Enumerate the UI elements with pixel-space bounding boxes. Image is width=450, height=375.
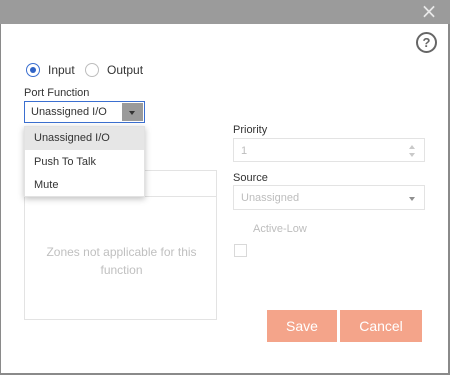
dropdown-option-mute[interactable]: Mute: [25, 174, 144, 197]
chevron-down-icon: [409, 197, 415, 201]
chevron-down-icon[interactable]: [122, 103, 143, 121]
output-radio[interactable]: [85, 63, 99, 77]
active-low-checkbox[interactable]: [234, 244, 247, 257]
priority-stepper[interactable]: 1: [233, 138, 425, 162]
port-function-value: Unassigned I/O: [31, 106, 107, 118]
save-button[interactable]: Save: [267, 310, 337, 342]
close-icon[interactable]: ×: [420, 1, 438, 21]
active-low-label: Active-Low: [253, 223, 307, 235]
port-settings-dialog: ? Input Output Port Function Zones not a…: [1, 24, 448, 373]
window-titlebar: ×: [0, 0, 450, 24]
cancel-button[interactable]: Cancel: [340, 310, 422, 342]
dropdown-option-push-to-talk[interactable]: Push To Talk: [25, 151, 144, 174]
dropdown-option-unassigned-io[interactable]: Unassigned I/O: [25, 127, 144, 150]
zones-message: Zones not applicable for this function: [46, 245, 197, 277]
source-select[interactable]: Unassigned: [233, 185, 425, 210]
port-function-select[interactable]: Unassigned I/O: [24, 101, 145, 123]
increment-icon[interactable]: [409, 145, 415, 149]
port-function-label: Port Function: [24, 87, 90, 99]
help-icon[interactable]: ?: [416, 32, 437, 53]
output-radio-label: Output: [107, 63, 144, 77]
source-label: Source: [233, 172, 268, 184]
input-radio-option[interactable]: Input: [26, 60, 75, 80]
priority-label: Priority: [233, 124, 268, 136]
input-radio[interactable]: [26, 63, 40, 77]
source-value: Unassigned: [241, 192, 300, 204]
priority-value: 1: [241, 145, 248, 157]
decrement-icon[interactable]: [409, 153, 415, 157]
input-radio-label: Input: [48, 63, 75, 77]
output-radio-option[interactable]: Output: [85, 60, 143, 80]
port-function-dropdown: Unassigned I/O Push To Talk Mute: [24, 126, 145, 197]
